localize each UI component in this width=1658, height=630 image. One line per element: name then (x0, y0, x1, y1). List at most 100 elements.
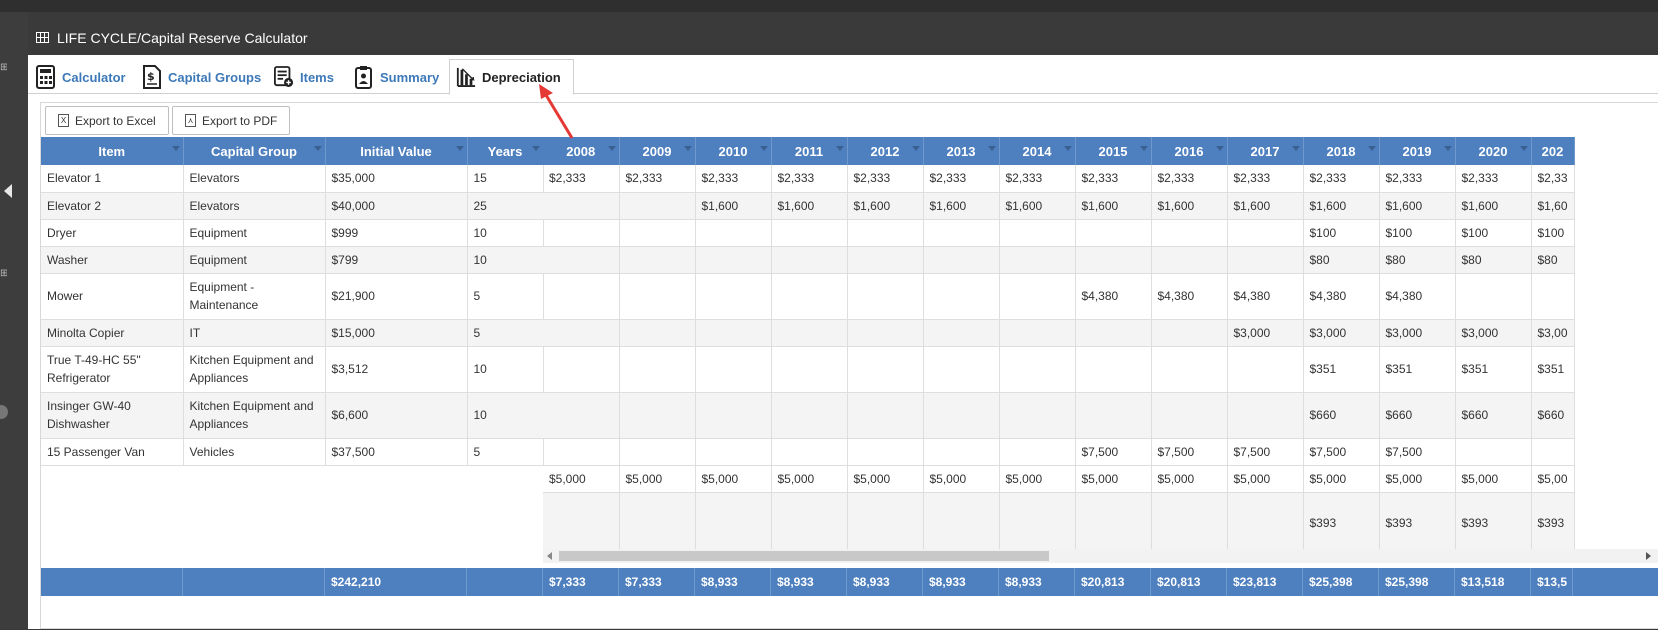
column-header-capital-group[interactable]: Capital Group (183, 137, 326, 165)
column-header-year[interactable]: 2009 (619, 137, 696, 165)
clipboard-person-icon (355, 66, 372, 89)
filter-arrow-icon[interactable] (1443, 146, 1452, 151)
table-row[interactable]: $1,600 $1,600 $1,600 $1,600 $1,600 $1,600 $1,6… (543, 192, 1575, 220)
scroll-left-icon[interactable] (547, 552, 552, 560)
table-row[interactable]: Washer Equipment $799 10 (41, 246, 544, 274)
year-value-cell (999, 219, 1076, 247)
table-row[interactable]: $4,380 $4,380 $4,380 $4,380 $4,380 (543, 273, 1575, 320)
side-grid-icon-2[interactable]: ⊞ (0, 268, 7, 280)
filter-arrow-icon[interactable] (455, 146, 464, 151)
year-value-cell (619, 219, 696, 247)
column-header-year[interactable]: 2008 (543, 137, 620, 165)
year-value-cell (1455, 273, 1532, 320)
window-title: LIFE CYCLE/Capital Reserve Calculator (57, 29, 308, 46)
capital-group-cell: Equipment (183, 246, 326, 274)
column-header-year[interactable]: 2015 (1075, 137, 1152, 165)
column-header-year[interactable]: 2017 (1227, 137, 1304, 165)
column-header-year[interactable]: 2018 (1303, 137, 1380, 165)
column-header-year[interactable]: 2014 (999, 137, 1076, 165)
column-header-years[interactable]: Years (467, 137, 544, 165)
year-value-cell: $2,333 (543, 165, 620, 193)
table-row[interactable]: $7,500 $7,500 $7,500 $7,500 $7,500 (543, 438, 1575, 466)
table-row[interactable]: $100 $100 $100 $100 (543, 219, 1575, 247)
year-value-cell (923, 246, 1000, 274)
filter-arrow-icon[interactable] (1139, 146, 1148, 151)
column-header-year[interactable]: 2013 (923, 137, 1000, 165)
year-value-cell: $7,500 (1075, 438, 1152, 466)
year-value-cell (771, 219, 848, 247)
tab-depreciation[interactable]: Depreciation (449, 59, 574, 95)
table-row[interactable]: $80 $80 $80 $80 (543, 246, 1575, 274)
table-row[interactable]: $3,000 $3,000 $3,000 $3,000 $3,00 (543, 319, 1575, 347)
totals-year-cell: $8,933 (923, 568, 999, 596)
column-header-year[interactable]: 2010 (695, 137, 772, 165)
scroll-right-icon[interactable] (1646, 552, 1651, 560)
table-row[interactable]: $2,333 $2,333 $2,333 $2,333 $2,333 $2,333 $2,3… (543, 165, 1575, 193)
filter-arrow-icon[interactable] (1215, 146, 1224, 151)
column-header-year[interactable]: 2016 (1151, 137, 1228, 165)
tab-capital-groups[interactable]: $ Capital Groups (142, 59, 261, 95)
column-header-year[interactable]: 2020 (1455, 137, 1532, 165)
column-header-year[interactable]: 202 (1531, 137, 1575, 165)
filter-arrow-icon[interactable] (1063, 146, 1072, 151)
column-header-year[interactable]: 2012 (847, 137, 924, 165)
export-pdf-button[interactable]: ⋏ Export to PDF (172, 106, 291, 135)
year-value-cell (771, 273, 848, 320)
tab-calculator[interactable]: Calculator (36, 59, 126, 95)
table-row[interactable]: Insinger GW-40 Dishwasher Kitchen Equipme… (41, 392, 544, 439)
table-row[interactable]: Elevator 2 Elevators $40,000 25 (41, 192, 544, 220)
tab-summary[interactable]: Summary (354, 59, 439, 95)
year-value-cell (619, 438, 696, 466)
year-value-cell (771, 438, 848, 466)
filter-arrow-icon[interactable] (987, 146, 996, 151)
year-value-cell: $3,000 (1455, 319, 1532, 347)
filter-arrow-icon[interactable] (531, 146, 540, 151)
table-row[interactable]: True T-49-HC 55" Refrigerator Kitchen Equ… (41, 346, 544, 393)
table-row[interactable]: $660 $660 $660 $660 (543, 392, 1575, 439)
year-value-cell: $5,000 (771, 465, 848, 493)
tab-calculator-label: Calculator (62, 69, 126, 85)
filter-arrow-icon[interactable] (1291, 146, 1300, 151)
year-value-cell: $660 (1303, 392, 1380, 439)
filter-arrow-icon[interactable] (1367, 146, 1376, 151)
year-value-cell (1075, 492, 1152, 555)
filter-arrow-icon[interactable] (607, 146, 616, 151)
item-cell: 15 Passenger Van (41, 438, 184, 466)
year-value-cell: $2,333 (1151, 165, 1228, 193)
table-row[interactable]: Elevator 1 Elevators $35,000 15 (41, 165, 544, 193)
side-grid-icon[interactable]: ⊞ (0, 62, 7, 74)
table-row[interactable]: $351 $351 $351 $351 (543, 346, 1575, 393)
filter-arrow-icon[interactable] (683, 146, 692, 151)
collapse-arrow-icon[interactable] (4, 184, 12, 198)
year-value-cell (1227, 346, 1304, 393)
column-header-year[interactable]: 2019 (1379, 137, 1456, 165)
table-row[interactable]: Minolta Copier IT $15,000 5 (41, 319, 544, 347)
table-row[interactable]: Dryer Equipment $999 10 (41, 219, 544, 247)
filter-arrow-icon[interactable] (911, 146, 920, 151)
filter-arrow-icon[interactable] (313, 146, 322, 151)
year-value-cell (1227, 246, 1304, 274)
table-row[interactable]: 15 Passenger Van Vehicles $37,500 5 (41, 438, 544, 466)
column-header-initial-value[interactable]: Initial Value (325, 137, 468, 165)
filter-arrow-icon[interactable] (759, 146, 768, 151)
tab-items[interactable]: Items (274, 59, 334, 95)
item-cell: Elevator 1 (41, 165, 184, 193)
column-header-item[interactable]: Item (41, 137, 184, 165)
column-header-year[interactable]: 2011 (771, 137, 848, 165)
window-titlebar: LIFE CYCLE/Capital Reserve Calculator (28, 20, 1658, 55)
dollar-document-icon: $ (143, 65, 161, 89)
year-value-cell (847, 273, 924, 320)
side-circle-icon[interactable] (0, 405, 8, 419)
year-value-cell: $1,600 (1075, 192, 1152, 220)
table-row[interactable]: $5,000 $5,000 $5,000 $5,000 $5,000 $5,000 $5,0… (543, 465, 1575, 493)
table-row[interactable]: $393 $393 $393 $393 (543, 492, 1575, 555)
horizontal-scrollbar[interactable] (543, 549, 1658, 563)
years-cell: 5 (467, 319, 544, 347)
table-row[interactable]: Mower Equipment - Maintenance $21,900 5 (41, 273, 544, 320)
filter-arrow-icon[interactable] (835, 146, 844, 151)
filter-arrow-icon[interactable] (1519, 146, 1528, 151)
year-value-cell: $80 (1303, 246, 1380, 274)
filter-arrow-icon[interactable] (171, 146, 180, 151)
export-excel-button[interactable]: X Export to Excel (45, 106, 169, 135)
scrollbar-thumb[interactable] (559, 551, 1049, 561)
